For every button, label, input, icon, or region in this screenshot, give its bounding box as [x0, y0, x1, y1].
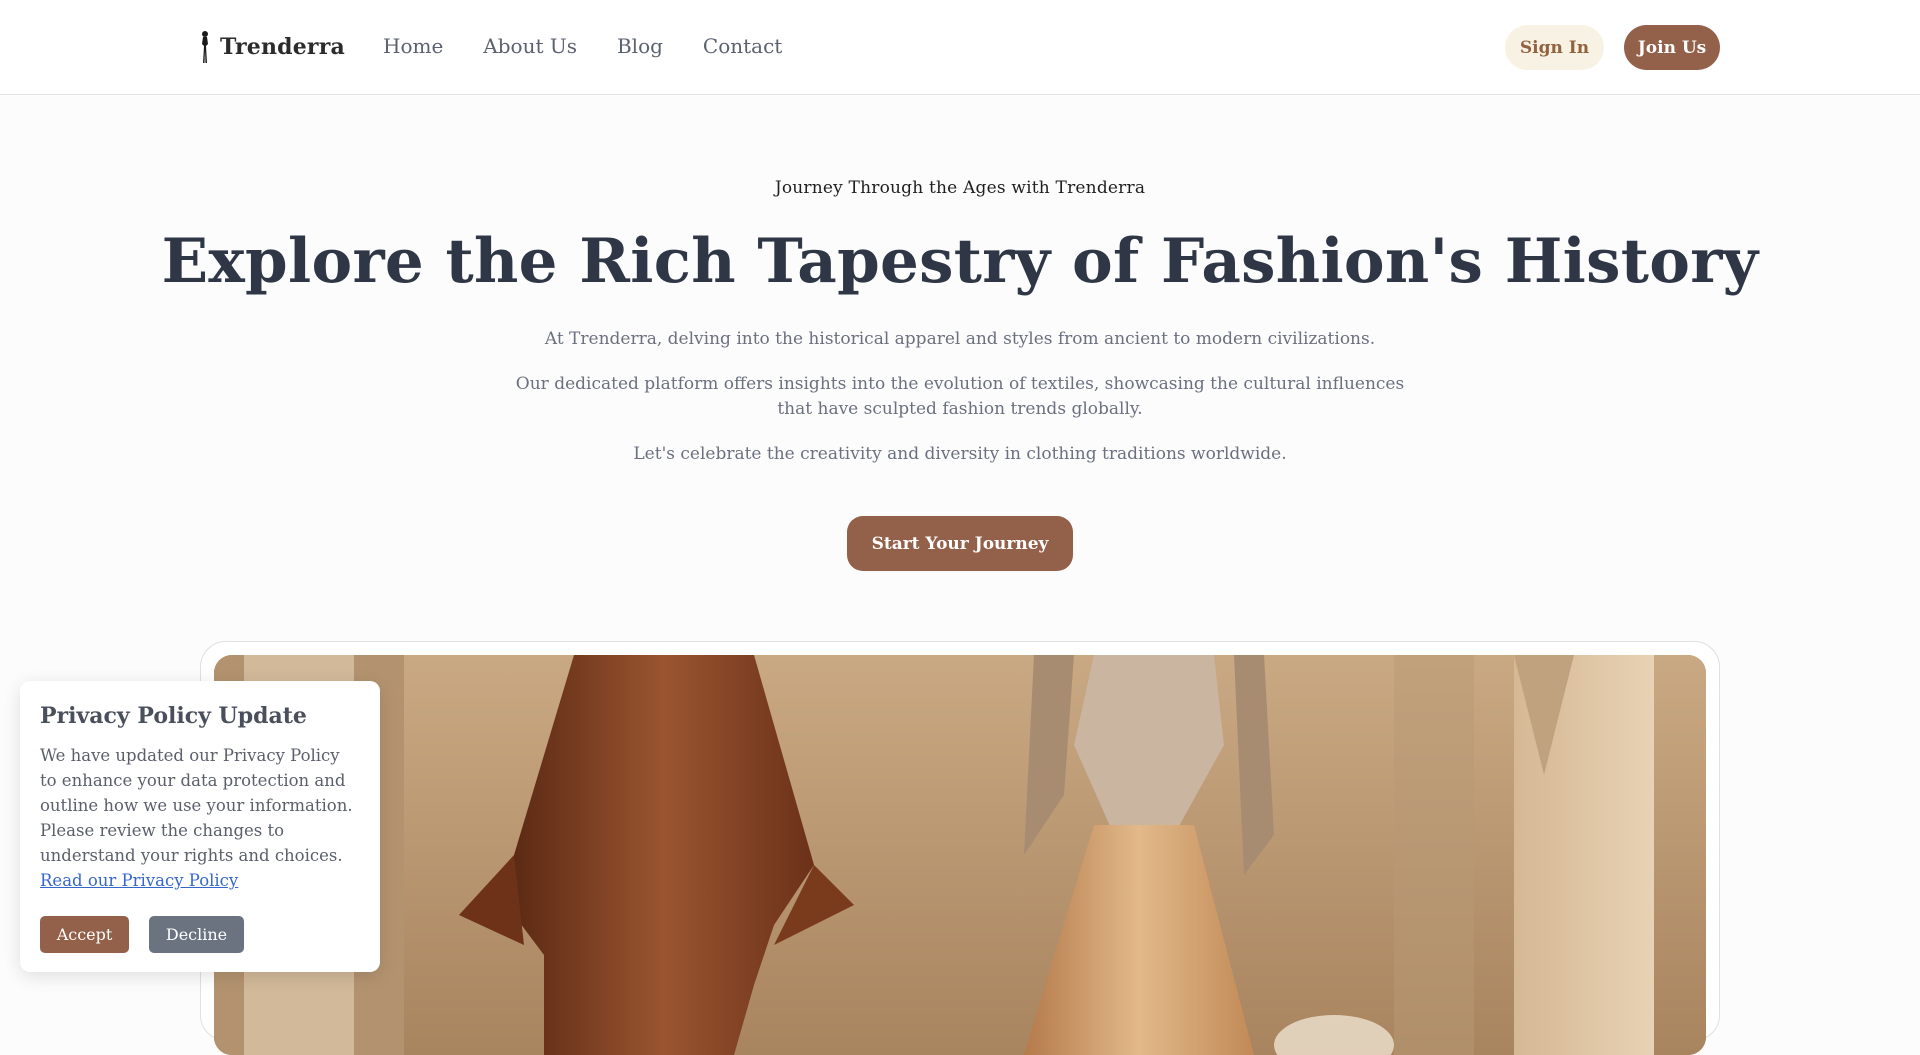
- decline-button[interactable]: Decline: [149, 916, 244, 953]
- nav-home[interactable]: Home: [383, 34, 443, 58]
- accept-button[interactable]: Accept: [40, 916, 129, 953]
- nav-about-us[interactable]: About Us: [483, 34, 577, 58]
- hero-image: [214, 655, 1706, 1055]
- hero-eyebrow: Journey Through the Ages with Trenderra: [774, 178, 1146, 198]
- nav-blog[interactable]: Blog: [617, 34, 663, 58]
- join-us-button[interactable]: Join Us: [1624, 25, 1720, 70]
- privacy-policy-popup: Privacy Policy Update We have updated ou…: [20, 681, 380, 972]
- hero-paragraph-2-line-1: Our dedicated platform offers insights i…: [515, 374, 1405, 394]
- logo[interactable]: Trenderra: [198, 30, 345, 64]
- hero-paragraph-2-line-2: that have sculpted fashion trends global…: [777, 399, 1143, 419]
- nav-contact[interactable]: Contact: [703, 34, 782, 58]
- privacy-popup-body: We have updated our Privacy Policy to en…: [40, 746, 353, 865]
- woman-silhouette-icon: [202, 31, 208, 63]
- hero-paragraph-3: Let's celebrate the creativity and diver…: [633, 444, 1287, 464]
- hero-image-frame: [200, 641, 1720, 1055]
- site-header: Trenderra Home About Us Blog Contact Sig…: [0, 0, 1920, 95]
- logo-text: Trenderra: [220, 34, 345, 60]
- fashion-mannequins-illustration: [214, 655, 1706, 1055]
- hero-paragraph-2: Our dedicated platform offers insights i…: [0, 372, 1920, 422]
- sign-in-button[interactable]: Sign In: [1505, 25, 1604, 70]
- read-privacy-policy-link[interactable]: Read our Privacy Policy: [40, 871, 238, 890]
- main-nav: Home About Us Blog Contact: [383, 34, 782, 58]
- hero-title: Explore the Rich Tapestry of Fashion's H…: [161, 226, 1759, 297]
- start-journey-button[interactable]: Start Your Journey: [847, 516, 1073, 571]
- hero-paragraph-1: At Trenderra, delving into the historica…: [544, 329, 1376, 349]
- privacy-popup-title: Privacy Policy Update: [40, 703, 307, 729]
- privacy-popup-actions: Accept Decline: [40, 916, 244, 953]
